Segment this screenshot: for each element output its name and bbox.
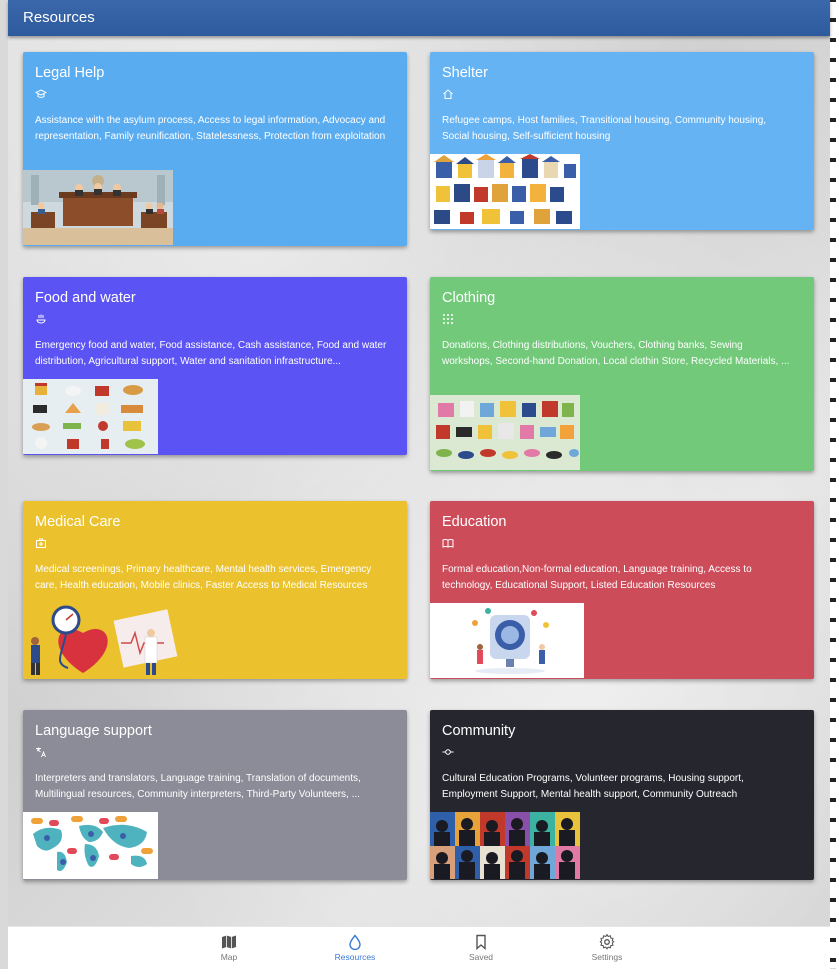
nav-label: Settings: [591, 952, 623, 962]
commit-icon: [442, 749, 454, 755]
food-icon: [36, 314, 46, 324]
card-title: Food and water: [35, 290, 136, 306]
grid-icon: [443, 314, 453, 324]
card-description: Interpreters and translators, Language t…: [35, 773, 361, 800]
gear-icon: [599, 934, 615, 950]
card-medical-care[interactable]: Medical Care Medical screenings, Primary…: [23, 501, 407, 679]
education-illustration: [430, 603, 584, 678]
card-title: Legal Help: [35, 65, 105, 81]
card-description: Donations, Clothing distributions, Vouch…: [442, 340, 790, 367]
clothes-illustration: [430, 395, 580, 470]
card-language-support[interactable]: Language support Interpreters and transl…: [23, 710, 407, 880]
card-description: Formal education,Non-formal education, L…: [442, 564, 752, 591]
nav-resources[interactable]: Resources: [325, 934, 385, 962]
header-bar: Resources: [8, 0, 830, 36]
card-education[interactable]: Education Formal education,Non-formal ed…: [430, 501, 814, 679]
graduation-cap-icon: [35, 89, 47, 98]
nav-saved[interactable]: Saved: [451, 934, 511, 962]
nav-map[interactable]: Map: [199, 934, 259, 962]
card-description: Emergency food and water, Food assistanc…: [35, 340, 387, 367]
translate-icon: [36, 747, 46, 758]
nav-label: Saved: [468, 952, 494, 962]
scrollbar[interactable]: [830, 0, 836, 968]
card-description: Assistance with the asylum process, Acce…: [35, 115, 386, 142]
crowd-silhouettes-illustration: [430, 812, 580, 879]
drop-icon: [349, 934, 361, 950]
courtroom-illustration: [23, 170, 173, 245]
home-icon: [443, 89, 453, 99]
heart-doctor-illustration: [23, 603, 178, 678]
book-icon: [442, 539, 454, 548]
houses-illustration: [430, 154, 580, 229]
card-title: Clothing: [442, 290, 496, 306]
medical-bag-icon: [36, 538, 46, 548]
card-title: Shelter: [442, 65, 488, 81]
nav-label: Resources: [334, 952, 376, 962]
card-food-and-water[interactable]: Food and water Emergency food and water,…: [23, 277, 407, 455]
card-shelter[interactable]: Shelter Refugee camps, Host families, Tr…: [430, 52, 814, 230]
card-clothing[interactable]: Clothing Donations, Clothing distributio…: [430, 277, 814, 471]
nav-label: Map: [220, 952, 238, 962]
card-description: Medical screenings, Primary healthcare, …: [35, 564, 372, 591]
bookmark-icon: [476, 934, 486, 950]
card-legal-help[interactable]: Legal Help Assistance with the asylum pr…: [23, 52, 407, 246]
card-title: Medical Care: [35, 514, 121, 530]
app-window: Resources Legal Help Assistance with the…: [8, 0, 830, 969]
card-title: Education: [442, 514, 507, 530]
card-description: Refugee camps, Host families, Transition…: [442, 115, 767, 142]
nav-settings[interactable]: Settings: [577, 934, 637, 962]
food-items-illustration: [23, 379, 158, 454]
world-map-speech-illustration: [23, 812, 158, 879]
map-icon: [222, 935, 236, 949]
card-community[interactable]: Community Cultural Education Programs, V…: [430, 710, 814, 880]
card-description: Cultural Education Programs, Volunteer p…: [442, 773, 744, 800]
card-title: Language support: [35, 723, 152, 739]
bottom-navigation: Map Resources Saved Settings: [8, 926, 830, 969]
page-title: Resources: [23, 9, 95, 26]
card-title: Community: [442, 723, 516, 739]
